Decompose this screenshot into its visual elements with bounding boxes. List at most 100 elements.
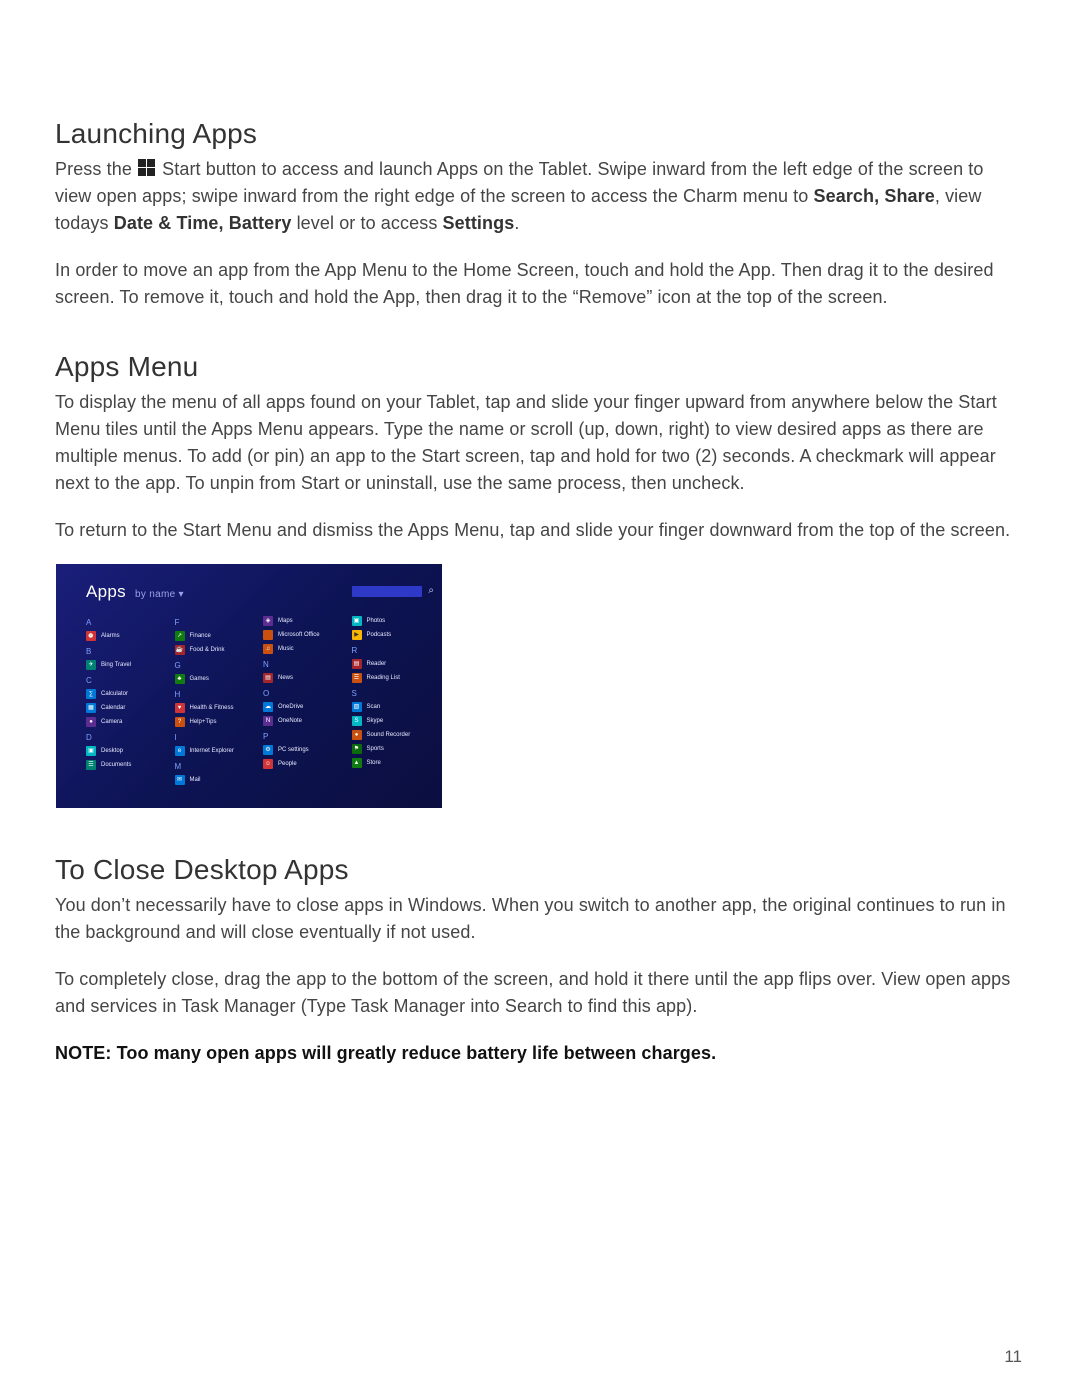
text: level or to access xyxy=(291,213,442,233)
app-icon: ♣ xyxy=(175,674,185,684)
app-icon: ▤ xyxy=(263,673,273,683)
letter-header: O xyxy=(263,689,336,698)
app-tile: ▶Podcasts xyxy=(352,628,425,642)
letter-header: C xyxy=(86,676,159,685)
app-tile: ✈ Bing Travel xyxy=(86,658,159,672)
para-launching-1: Press the Start button to access and lau… xyxy=(55,156,1024,237)
text: . xyxy=(514,213,519,233)
app-icon: ⚙ xyxy=(263,745,273,755)
app-label: Help+Tips xyxy=(190,719,217,725)
app-icon: ● xyxy=(86,717,96,727)
app-tile: ♣Games xyxy=(175,672,248,686)
app-tile: ♥ Health & Fitness xyxy=(175,701,248,715)
letter-header: A xyxy=(86,618,159,627)
app-icon: ▣ xyxy=(352,616,362,626)
app-label: PC settings xyxy=(278,747,309,753)
app-label: News xyxy=(278,675,293,681)
text-bold: Settings xyxy=(443,213,515,233)
app-tile: ✉Mail xyxy=(175,773,248,787)
heading-close-apps: To Close Desktop Apps xyxy=(55,854,1024,886)
app-icon: ☰ xyxy=(86,760,96,770)
para-launching-2: In order to move an app from the App Men… xyxy=(55,257,1024,311)
app-tile: NOneNote xyxy=(263,714,336,728)
text-bold: Search, Share xyxy=(814,186,935,206)
app-label: Food & Drink xyxy=(190,647,225,653)
app-label: OneDrive xyxy=(278,704,303,710)
letter-header: G xyxy=(175,661,248,670)
app-icon: ✈ xyxy=(86,660,96,670)
app-icon: ▣ xyxy=(86,746,96,756)
para-appsmenu-1: To display the menu of all apps found on… xyxy=(55,389,1024,497)
apps-menu-screenshot: Apps by name A⏰AlarmsB✈Bing TravelC∑Calc… xyxy=(56,564,442,808)
app-label: Calendar xyxy=(101,705,125,711)
app-tile: ◈ Maps xyxy=(263,614,336,628)
app-tile: Microsoft Office xyxy=(263,628,336,642)
app-label: Maps xyxy=(278,618,293,624)
app-icon: ▧ xyxy=(352,702,362,712)
app-label: OneNote xyxy=(278,718,302,724)
app-icon: ⏰ xyxy=(86,631,96,641)
note-battery: NOTE: Too many open apps will greatly re… xyxy=(55,1040,1024,1067)
app-label: Alarms xyxy=(101,633,120,639)
app-label: Store xyxy=(367,760,381,766)
text: Press the xyxy=(55,159,137,179)
app-icon: ☁ xyxy=(263,702,273,712)
app-icon: ♫ xyxy=(263,644,273,654)
app-tile: ▤ News xyxy=(263,671,336,685)
app-tile: ?Help+Tips xyxy=(175,715,248,729)
letter-header: M xyxy=(175,762,248,771)
app-icon: ▦ xyxy=(86,703,96,713)
letter-header: B xyxy=(86,647,159,656)
app-label: Finance xyxy=(190,633,211,639)
para-close-2: To completely close, drag the app to the… xyxy=(55,966,1024,1020)
app-label: Skype xyxy=(367,718,384,724)
app-tile: ☰Documents xyxy=(86,758,159,772)
app-icon xyxy=(263,630,273,640)
text-bold: Date & Time, Battery xyxy=(114,213,292,233)
app-tile: ▧Scan xyxy=(352,700,425,714)
app-label: Calculator xyxy=(101,691,128,697)
app-icon: ∑ xyxy=(86,689,96,699)
app-tile: ●Camera xyxy=(86,715,159,729)
windows-logo-icon xyxy=(138,159,156,177)
app-label: Internet Explorer xyxy=(190,748,234,754)
letter-header: P xyxy=(263,732,336,741)
app-label: Reader xyxy=(367,661,387,667)
app-icon: ◈ xyxy=(263,616,273,626)
app-label: Bing Travel xyxy=(101,662,131,668)
app-icon: ☕ xyxy=(175,645,185,655)
apps-column: F ↗Finance ☕ Food & Drink G ♣Games H ♥ Health & … xyxy=(175,614,248,787)
app-label: Photos xyxy=(367,618,386,624)
app-icon: ☺ xyxy=(263,759,273,769)
app-label: Sports xyxy=(367,746,384,752)
app-icon: ● xyxy=(352,730,362,740)
app-label: Reading List xyxy=(367,675,400,681)
heading-launching-apps: Launching Apps xyxy=(55,118,1024,150)
app-tile: ▲Store xyxy=(352,756,425,770)
apps-title-text: Apps xyxy=(86,582,126,601)
app-tile: ☕ Food & Drink xyxy=(175,643,248,657)
letter-header: F xyxy=(175,618,248,627)
app-label: Health & Fitness xyxy=(190,705,234,711)
app-tile: ⏰ Alarms xyxy=(86,629,159,643)
app-tile: ⚙ PC settings xyxy=(263,743,336,757)
heading-apps-menu: Apps Menu xyxy=(55,351,1024,383)
letter-header: I xyxy=(175,733,248,742)
app-tile: ☺People xyxy=(263,757,336,771)
app-label: Sound Recorder xyxy=(367,732,411,738)
app-label: Microsoft Office xyxy=(278,632,320,638)
letter-header: H xyxy=(175,690,248,699)
para-close-1: You don’t necessarily have to close apps… xyxy=(55,892,1024,946)
app-icon: S xyxy=(352,716,362,726)
letter-header: R xyxy=(352,646,425,655)
app-tile: ⚑Sports xyxy=(352,742,425,756)
app-label: Music xyxy=(278,646,294,652)
app-tile: ● Sound Recorder xyxy=(352,728,425,742)
app-tile: ♫ Music xyxy=(263,642,336,656)
app-tile: ▣ Photos xyxy=(352,614,425,628)
app-tile: ☁ OneDrive xyxy=(263,700,336,714)
app-icon: ♥ xyxy=(175,703,185,713)
app-icon: ☰ xyxy=(352,673,362,683)
app-icon: ▤ xyxy=(352,659,362,669)
app-tile: ↗Finance xyxy=(175,629,248,643)
